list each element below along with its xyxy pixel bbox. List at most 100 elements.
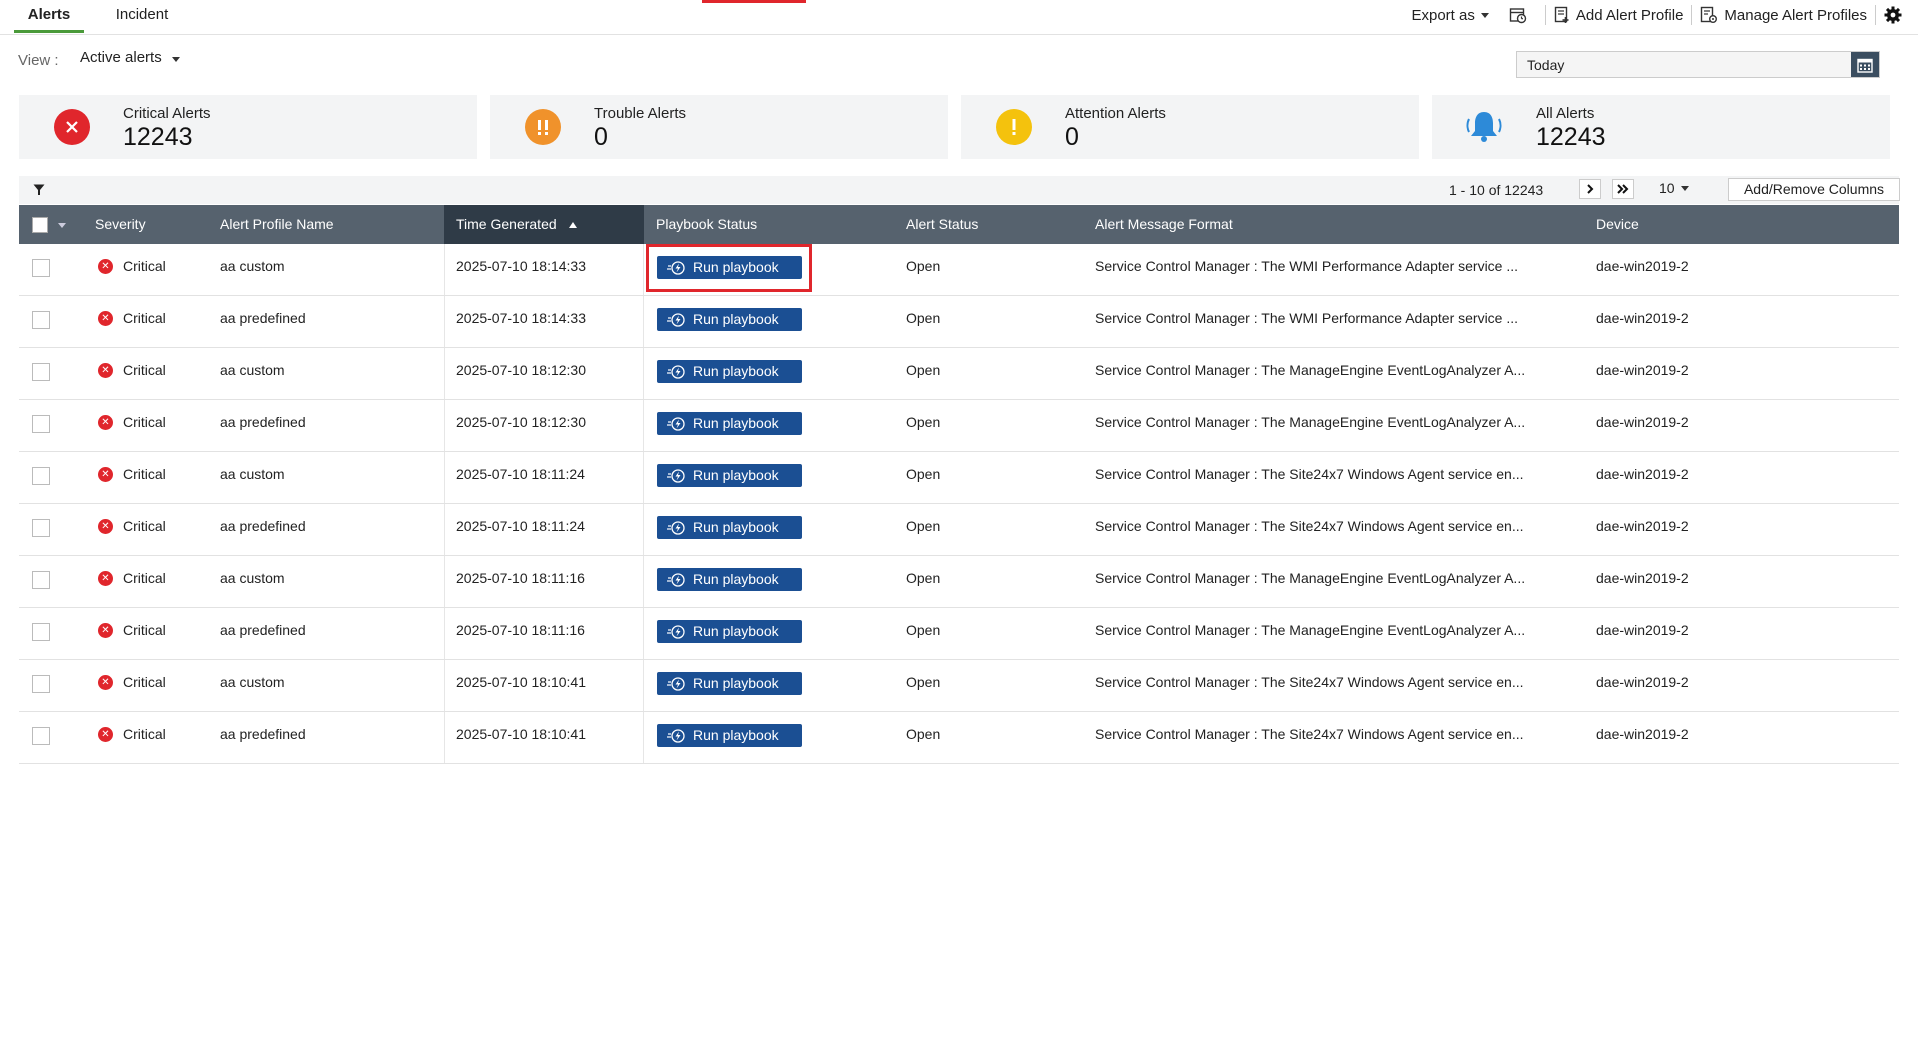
row-checkbox[interactable]: [32, 519, 50, 537]
column-header-profile[interactable]: Alert Profile Name: [220, 205, 334, 244]
column-header-device[interactable]: Device: [1596, 205, 1639, 244]
filter-icon[interactable]: [33, 184, 45, 196]
cell-device: dae-win2019-2: [1596, 362, 1689, 378]
row-checkbox[interactable]: [32, 623, 50, 641]
run-playbook-label: Run playbook: [693, 571, 779, 587]
cell-device: dae-win2019-2: [1596, 726, 1689, 742]
column-header-status[interactable]: Alert Status: [906, 205, 978, 244]
playbook-bolt-icon: [667, 728, 685, 743]
select-all-checkbox[interactable]: [32, 217, 48, 233]
table-toolbar: 1 - 10 of 12243 10 Add/Remove Columns: [19, 176, 1900, 204]
column-header-message[interactable]: Alert Message Format: [1095, 205, 1233, 244]
view-dropdown[interactable]: Active alerts: [80, 49, 180, 66]
column-header-severity[interactable]: Severity: [95, 205, 146, 244]
export-button[interactable]: Export as: [1403, 0, 1496, 30]
row-checkbox[interactable]: [32, 467, 50, 485]
cell-time: 2025-07-10 18:11:16: [456, 622, 585, 638]
calendar-icon: [1857, 58, 1873, 73]
next-page-button[interactable]: [1579, 179, 1601, 199]
manage-alert-profiles-button[interactable]: Manage Alert Profiles: [1692, 0, 1875, 30]
run-playbook-label: Run playbook: [693, 727, 779, 743]
run-playbook-button[interactable]: Run playbook: [657, 308, 802, 331]
critical-severity-icon: ✕: [98, 675, 113, 690]
manage-alert-profiles-label: Manage Alert Profiles: [1724, 6, 1867, 24]
table-row[interactable]: ✕ Critical aa predefined 2025-07-10 18:14:3…: [19, 296, 1899, 348]
add-alert-profile-label: Add Alert Profile: [1575, 6, 1684, 24]
date-filter-input[interactable]: Today: [1516, 51, 1880, 78]
cell-message: Service Control Manager : The ManageEngi…: [1095, 570, 1526, 586]
run-playbook-button[interactable]: Run playbook: [657, 256, 802, 279]
run-playbook-button[interactable]: Run playbook: [657, 568, 802, 591]
sort-ascending-icon: [568, 222, 577, 229]
view-label: View :: [18, 52, 59, 69]
run-playbook-label: Run playbook: [693, 363, 779, 379]
settings-button[interactable]: [1876, 0, 1918, 30]
column-header-playbook[interactable]: Playbook Status: [656, 205, 757, 244]
add-alert-profile-button[interactable]: Add Alert Profile: [1546, 0, 1692, 30]
attention-alerts-card[interactable]: Attention Alerts 0: [961, 95, 1419, 159]
cell-time: 2025-07-10 18:10:41: [456, 726, 586, 742]
cell-severity: Critical: [123, 726, 166, 742]
critical-severity-icon: ✕: [98, 467, 113, 482]
add-remove-columns-button[interactable]: Add/Remove Columns: [1728, 178, 1900, 201]
run-playbook-button[interactable]: Run playbook: [657, 724, 802, 747]
tab-incident[interactable]: Incident: [104, 0, 180, 33]
table-row[interactable]: ✕ Critical aa predefined 2025-07-10 18:10:4…: [19, 712, 1899, 764]
schedule-report-button[interactable]: [1497, 0, 1545, 30]
table-row[interactable]: ✕ Critical aa custom 2025-07-10 18:10:41 Run…: [19, 660, 1899, 712]
card-count: 0: [1065, 123, 1079, 151]
tab-alerts[interactable]: Alerts: [14, 0, 84, 33]
cell-device: dae-win2019-2: [1596, 674, 1689, 690]
run-playbook-label: Run playbook: [693, 259, 779, 275]
trouble-exclamation-icon: [525, 109, 561, 145]
chevron-down-icon: [1680, 185, 1689, 191]
table-row[interactable]: ✕ Critical aa custom 2025-07-10 18:12:30 Run…: [19, 348, 1899, 400]
chevron-down-icon[interactable]: [58, 223, 66, 228]
table-row[interactable]: ✕ Critical aa custom 2025-07-10 18:14:33 Run…: [19, 244, 1899, 296]
cell-time: 2025-07-10 18:11:24: [456, 518, 585, 534]
bell-icon: [1462, 109, 1506, 145]
table-row[interactable]: ✕ Critical aa predefined 2025-07-10 18:11:2…: [19, 504, 1899, 556]
playbook-bolt-icon: [667, 572, 685, 587]
row-checkbox[interactable]: [32, 415, 50, 433]
run-playbook-label: Run playbook: [693, 467, 779, 483]
column-header-time[interactable]: Time Generated: [444, 205, 644, 244]
critical-severity-icon: ✕: [98, 259, 113, 274]
row-checkbox[interactable]: [32, 675, 50, 693]
calendar-button[interactable]: [1851, 52, 1879, 77]
trouble-alerts-card[interactable]: Trouble Alerts 0: [490, 95, 948, 159]
playbook-bolt-icon: [667, 676, 685, 691]
table-row[interactable]: ✕ Critical aa predefined 2025-07-10 18:11:1…: [19, 608, 1899, 660]
critical-severity-icon: ✕: [98, 571, 113, 586]
run-playbook-label: Run playbook: [693, 415, 779, 431]
all-alerts-card[interactable]: All Alerts 12243: [1432, 95, 1890, 159]
table-row[interactable]: ✕ Critical aa predefined 2025-07-10 18:12:3…: [19, 400, 1899, 452]
playbook-bolt-icon: [667, 364, 685, 379]
cell-profile: aa custom: [220, 362, 285, 378]
chevron-down-icon: [171, 57, 180, 62]
run-playbook-button[interactable]: Run playbook: [657, 412, 802, 435]
cell-device: dae-win2019-2: [1596, 570, 1689, 586]
cell-time: 2025-07-10 18:11:16: [456, 570, 585, 586]
table-row[interactable]: ✕ Critical aa custom 2025-07-10 18:11:16 Run…: [19, 556, 1899, 608]
cell-status: Open: [906, 466, 941, 482]
cell-message: Service Control Manager : The Site24x7 W…: [1095, 726, 1524, 742]
run-playbook-button[interactable]: Run playbook: [657, 620, 802, 643]
row-checkbox[interactable]: [32, 363, 50, 381]
critical-severity-icon: ✕: [98, 727, 113, 742]
row-checkbox[interactable]: [32, 259, 50, 277]
page-size-dropdown[interactable]: 10: [1659, 180, 1689, 196]
table-row[interactable]: ✕ Critical aa custom 2025-07-10 18:11:24 Run…: [19, 452, 1899, 504]
row-checkbox[interactable]: [32, 727, 50, 745]
cell-profile: aa custom: [220, 674, 285, 690]
last-page-button[interactable]: [1612, 179, 1634, 199]
run-playbook-button[interactable]: Run playbook: [657, 360, 802, 383]
row-checkbox[interactable]: [32, 311, 50, 329]
card-label: All Alerts: [1536, 105, 1595, 122]
critical-alerts-card[interactable]: Critical Alerts 12243: [19, 95, 477, 159]
run-playbook-button[interactable]: Run playbook: [657, 516, 802, 539]
row-checkbox[interactable]: [32, 571, 50, 589]
run-playbook-button[interactable]: Run playbook: [657, 672, 802, 695]
run-playbook-button[interactable]: Run playbook: [657, 464, 802, 487]
chevron-right-icon: [1587, 184, 1594, 194]
